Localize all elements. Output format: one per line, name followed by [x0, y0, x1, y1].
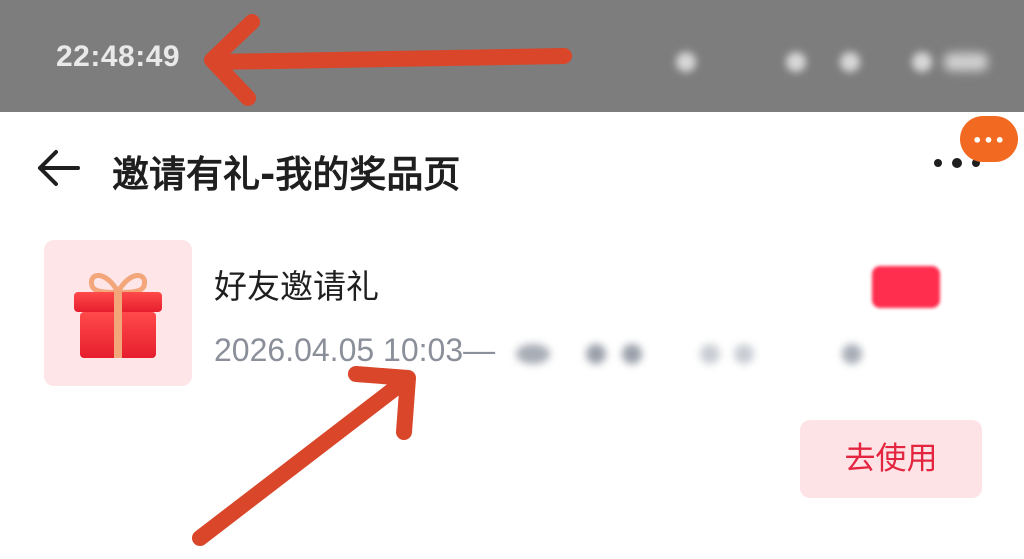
use-reward-button[interactable]: 去使用 — [800, 420, 982, 498]
gift-icon — [74, 273, 162, 358]
wifi-icon — [786, 52, 806, 72]
reward-validity-period: 2026.04.05 10:03— — [214, 332, 495, 369]
battery-level-icon — [944, 53, 988, 71]
reward-thumbnail — [44, 240, 192, 386]
use-reward-label: 去使用 — [844, 441, 938, 477]
status-bar: 22:48:49 — [0, 0, 1024, 112]
network-icon — [840, 52, 860, 72]
arrow-to-period — [192, 378, 406, 546]
ellipsis-icon[interactable]: ••• — [960, 116, 1018, 162]
page-title: 邀请有礼-我的奖品页 — [112, 153, 461, 196]
arrow-left-icon[interactable] — [34, 148, 80, 188]
arrow-head-period — [348, 366, 416, 440]
signal-icon — [676, 52, 696, 72]
battery-icon — [912, 52, 932, 72]
status-time: 22:48:49 — [56, 40, 181, 73]
reward-name: 好友邀请礼 — [214, 267, 379, 306]
reward-period-text: 2026.04.05 10:03— — [214, 332, 496, 368]
status-badge — [872, 266, 940, 308]
